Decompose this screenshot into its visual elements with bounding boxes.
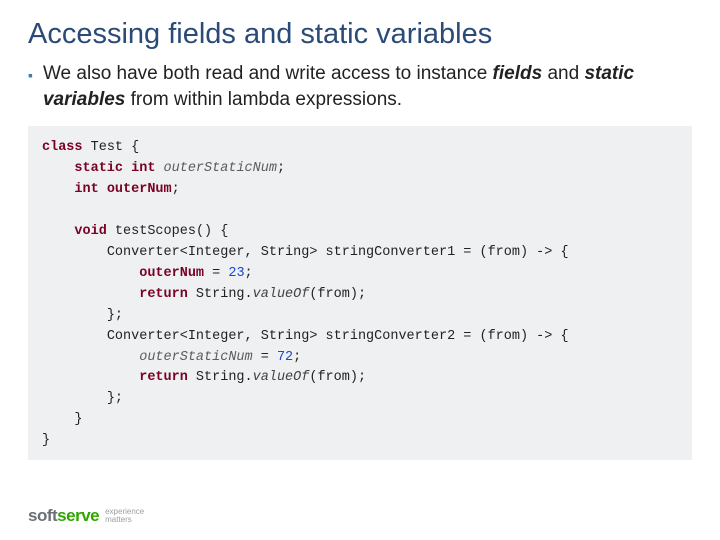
code-conv2: Converter<Integer, String> stringConvert… [107, 329, 569, 344]
code-eq2: = [253, 350, 277, 365]
code-conv1: Converter<Integer, String> stringConvert… [107, 245, 569, 260]
code-close-class: } [42, 433, 50, 448]
code-valueOf1: valueOf [253, 287, 310, 302]
num-23: 23 [228, 266, 244, 281]
field-outerNum-ref: outerNum [139, 266, 204, 281]
bullet-pre: We also have both read and write access … [43, 63, 493, 84]
code-str1a: String. [188, 287, 253, 302]
code-block: class Test { static int outerStaticNum; … [28, 126, 692, 460]
code-close-method: } [74, 412, 82, 427]
brand-logo: softserve experiencematters [28, 506, 144, 526]
slide-title: Accessing fields and static variables [28, 18, 692, 51]
method-name: testScopes [115, 224, 196, 239]
field-outerStaticNum-ref: outerStaticNum [139, 350, 252, 365]
brand-soft: soft [28, 506, 57, 525]
num-72: 72 [277, 350, 293, 365]
slide-container: Accessing fields and static variables ▪ … [0, 0, 720, 540]
code-str2b: (from); [309, 370, 366, 385]
bullet-marker-icon: ▪ [28, 67, 33, 83]
kw-return1: return [139, 287, 188, 302]
kw-int: int [74, 182, 98, 197]
brand-tagline: experiencematters [105, 508, 144, 525]
code-cls: Test { [83, 140, 140, 155]
field-outerNum-decl: outerNum [107, 182, 172, 197]
kw-class: class [42, 140, 83, 155]
code-close2: }; [107, 391, 123, 406]
code-str1b: (from); [309, 287, 366, 302]
bullet-post: from within lambda expressions. [125, 89, 402, 110]
bullet-em-fields: fields [493, 63, 543, 84]
bullet-mid: and [542, 63, 584, 84]
code-close1: }; [107, 308, 123, 323]
brand-serve: serve [57, 506, 99, 525]
kw-return2: return [139, 370, 188, 385]
brand-main: softserve [28, 506, 99, 526]
code-str2a: String. [188, 370, 253, 385]
code-valueOf2: valueOf [253, 370, 310, 385]
kw-void: void [74, 224, 106, 239]
code-eq1: = [204, 266, 228, 281]
bullet-text: We also have both read and write access … [43, 61, 692, 112]
bullet-row: ▪ We also have both read and write acces… [28, 61, 692, 112]
brand-tag2: matters [105, 515, 132, 524]
field-outerStaticNum-decl: outerStaticNum [164, 161, 277, 176]
kw-static-int: static int [74, 161, 155, 176]
